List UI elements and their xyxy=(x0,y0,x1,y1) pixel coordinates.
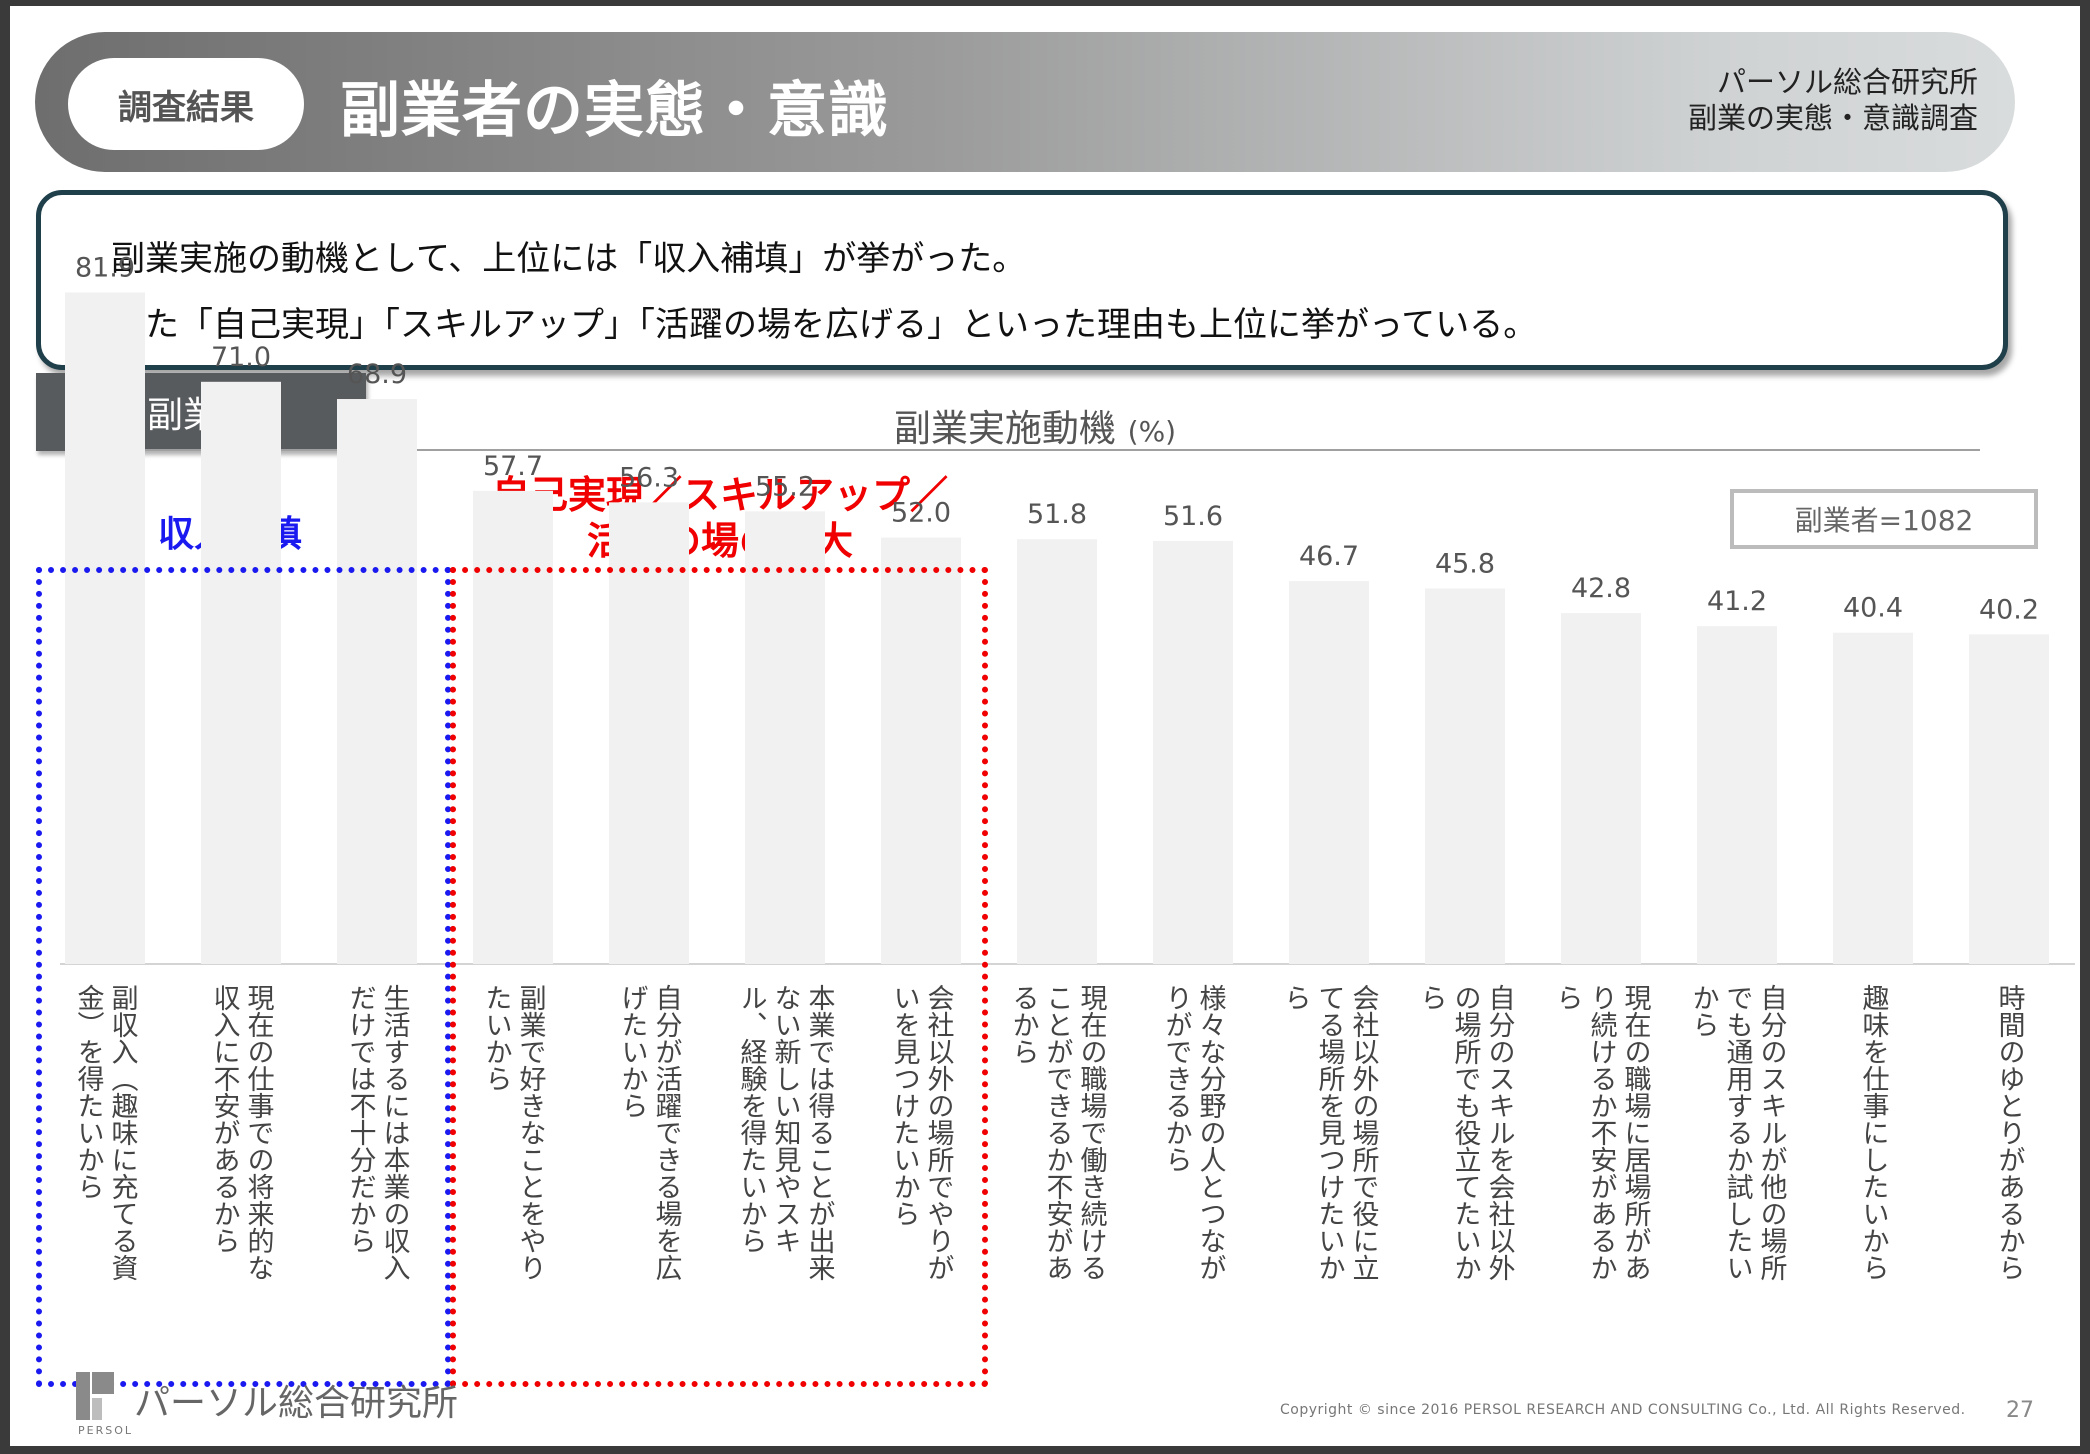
value-label-12: 42.8 xyxy=(1571,573,1631,604)
bar-14 xyxy=(1833,632,1913,964)
value-label-1: 81.9 xyxy=(75,252,135,283)
category-label-8-3: るから xyxy=(1008,984,1039,1065)
value-label-4: 57.7 xyxy=(483,451,543,482)
category-label-12-3: ら xyxy=(1552,984,1583,1011)
value-label-8: 51.8 xyxy=(1027,499,1087,530)
logo-text: パーソル総合研究所 xyxy=(134,1383,459,1424)
value-label-3: 68.9 xyxy=(347,359,407,390)
category-label-10-1: 会社以外の場所で役に立 xyxy=(1348,984,1380,1281)
logo-subtext: PERSOL xyxy=(78,1424,133,1437)
category-label-12-2: り続けるか不安があるか xyxy=(1586,984,1618,1281)
category-label-11-3: ら xyxy=(1416,984,1447,1011)
category-label-8-2: ことができるか不安があ xyxy=(1042,984,1073,1281)
bar-10 xyxy=(1289,581,1369,964)
value-label-5: 56.3 xyxy=(619,462,679,493)
copyright-text: Copyright © since 2016 PERSOL RESEARCH A… xyxy=(1280,1402,1966,1418)
value-label-11: 45.8 xyxy=(1435,548,1495,579)
bar-15 xyxy=(1969,634,2049,964)
income-group-box xyxy=(36,567,451,1387)
value-label-10: 46.7 xyxy=(1299,541,1359,572)
value-label-2: 71.0 xyxy=(211,342,271,373)
category-label-10-3: ら xyxy=(1280,984,1311,1011)
category-label-12-1: 現在の職場に居場所があ xyxy=(1620,984,1652,1281)
category-label-10-2: てる場所を見つけたいか xyxy=(1314,984,1346,1281)
bar-8 xyxy=(1017,539,1097,964)
category-label-9-2: りができるから xyxy=(1161,984,1192,1173)
value-label-15: 40.2 xyxy=(1979,594,2039,625)
value-label-13: 41.2 xyxy=(1707,586,1767,617)
category-label-15-1: 時間のゆとりがあるから xyxy=(1994,984,2025,1281)
page-number: 27 xyxy=(2006,1398,2034,1423)
category-label-11-1: 自分のスキルを会社以外 xyxy=(1484,984,1516,1281)
bar-12 xyxy=(1561,613,1641,964)
category-label-8-1: 現在の職場で働き続ける xyxy=(1076,984,1108,1281)
value-label-14: 40.4 xyxy=(1843,593,1903,624)
category-label-13-2: でも通用するか試したい xyxy=(1722,984,1754,1281)
category-label-9-1: 様々な分野の人とつなが xyxy=(1195,984,1227,1281)
category-label-11-2: の場所でも役立てたいか xyxy=(1450,984,1482,1281)
category-label-13-3: から xyxy=(1688,984,1719,1038)
self-group-box xyxy=(450,567,988,1387)
category-label-13-1: 自分のスキルが他の場所 xyxy=(1756,984,1788,1281)
category-label-14-1: 趣味を仕事にしたいから xyxy=(1858,984,1890,1281)
value-label-7: 52.0 xyxy=(891,498,951,529)
bar-13 xyxy=(1697,626,1777,964)
persol-logo-icon xyxy=(76,1372,114,1420)
value-label-6: 55.2 xyxy=(755,471,815,502)
value-label-9: 51.6 xyxy=(1163,501,1223,532)
bar-11 xyxy=(1425,588,1505,964)
bar-9 xyxy=(1153,540,1233,964)
